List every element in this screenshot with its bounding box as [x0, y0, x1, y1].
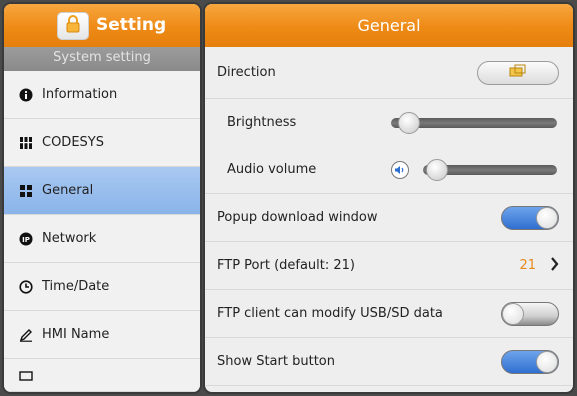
start-button-row: Show Start button: [205, 338, 573, 386]
sidebar-item-network[interactable]: IP Network: [4, 215, 200, 263]
ftp-port-label: FTP Port (default: 21): [217, 258, 356, 273]
popup-download-toggle[interactable]: [501, 205, 559, 230]
sidebar-item-hmi-name[interactable]: HMI Name: [4, 311, 200, 359]
lock-icon: [65, 15, 81, 37]
speaker-icon[interactable]: [391, 160, 409, 179]
ftp-modify-label: FTP client can modify USB/SD data: [217, 306, 443, 321]
sidebar-item-label: CODESYS: [42, 135, 104, 150]
ftp-port-row[interactable]: FTP Port (default: 21) 21: [205, 242, 573, 290]
pencil-icon: [18, 327, 34, 343]
sidebar-item-label: Time/Date: [42, 279, 110, 294]
audio-volume-slider-knob[interactable]: [426, 158, 448, 181]
sidebar-header: Setting: [4, 4, 200, 47]
lock-button[interactable]: [57, 12, 89, 40]
sidebar-item-partial[interactable]: [4, 359, 200, 392]
sidebar-item-general[interactable]: General: [4, 167, 200, 215]
codesys-icon: [18, 135, 34, 151]
info-icon: [18, 87, 34, 103]
svg-text:IP: IP: [22, 235, 30, 243]
brightness-row: Brightness: [205, 99, 573, 146]
sidebar-item-label: Information: [42, 87, 118, 102]
brightness-slider[interactable]: [391, 111, 557, 134]
start-button-toggle[interactable]: [501, 349, 559, 374]
sidebar-item-label: General: [42, 183, 94, 198]
audio-volume-row: Audio volume: [205, 146, 573, 194]
clock-icon: [18, 279, 34, 295]
app-title: Setting: [96, 15, 167, 35]
sidebar-item-time-date[interactable]: Time/Date: [4, 263, 200, 311]
main-header: General: [205, 4, 573, 47]
ftp-modify-toggle[interactable]: [501, 301, 559, 326]
sidebar-section-title: System setting: [4, 47, 200, 71]
page-title: General: [357, 16, 421, 35]
ftp-modify-row: FTP client can modify USB/SD data: [205, 290, 573, 338]
audio-volume-label: Audio volume: [227, 162, 317, 177]
sidebar-item-label: HMI Name: [42, 327, 110, 342]
chevron-right-icon[interactable]: [550, 256, 559, 275]
popup-download-label: Popup download window: [217, 210, 378, 225]
direction-row: Direction: [205, 47, 573, 99]
start-button-label: Show Start button: [217, 354, 335, 369]
direction-label: Direction: [217, 65, 276, 80]
sidebar-item-label: Network: [42, 231, 97, 246]
sidebar-panel: Setting System setting Information CODES…: [2, 2, 202, 394]
popup-download-row: Popup download window: [205, 194, 573, 242]
ftp-port-value: 21: [519, 258, 536, 273]
network-ip-icon: IP: [18, 231, 34, 247]
audio-volume-slider[interactable]: [423, 158, 557, 181]
brightness-slider-knob[interactable]: [398, 111, 420, 134]
direction-button[interactable]: [477, 60, 559, 85]
brightness-label: Brightness: [227, 115, 297, 130]
screen-icon: [18, 369, 34, 385]
grid-icon: [18, 183, 34, 199]
rotate-screen-icon: [509, 64, 527, 82]
sidebar-item-information[interactable]: Information: [4, 71, 200, 119]
main-panel: General Direction Brightness Audio volum…: [203, 2, 575, 394]
sidebar-item-codesys[interactable]: CODESYS: [4, 119, 200, 167]
